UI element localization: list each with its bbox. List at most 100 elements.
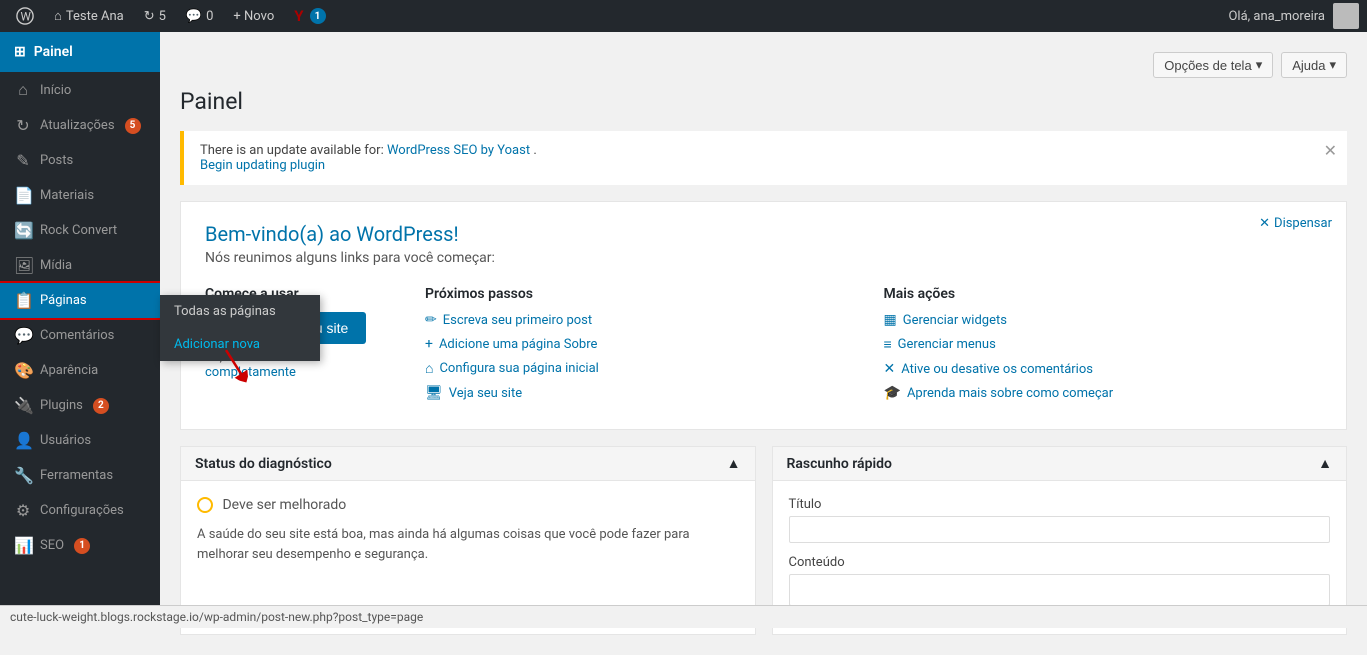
plugins-icon: 🔌: [14, 396, 32, 415]
screen-icon: 🖥: [425, 385, 443, 401]
sidebar-item-aparencia[interactable]: 🎨 Aparência: [0, 353, 160, 388]
collapse-icon[interactable]: ▲: [1318, 455, 1332, 472]
status-bar: cute-luck-weight.blogs.rockstage.io/wp-a…: [0, 605, 1367, 628]
comments-toggle-link[interactable]: Ative ou desative os comentários: [901, 362, 1093, 377]
sidebar-panel-header[interactable]: ⊞ Painel: [0, 32, 160, 72]
sidebar-item-rock-convert[interactable]: 🔄 Rock Convert: [0, 213, 160, 248]
title-input[interactable]: [789, 516, 1331, 543]
screen-options-button[interactable]: Opções de tela ▾: [1153, 52, 1273, 78]
adminbar-comments[interactable]: 💬 0: [178, 0, 222, 32]
sidebar-item-comentarios[interactable]: 💬 Comentários: [0, 318, 160, 353]
next-steps-heading: Próximos passos: [425, 286, 864, 302]
begin-update-link[interactable]: Begin updating plugin: [200, 158, 325, 173]
dismiss-button[interactable]: ✕ Dispensar: [1259, 216, 1332, 231]
submenu-todas-paginas[interactable]: Todas as páginas: [160, 295, 320, 328]
greeting-text: Olá, ana_moreira: [1228, 9, 1325, 24]
sidebar-item-seo[interactable]: 📊 SEO 1: [0, 528, 160, 563]
next-steps-column: Próximos passos ✏ Escreva seu primeiro p…: [425, 286, 864, 409]
about-page-link[interactable]: Adicione uma página Sobre: [439, 337, 597, 352]
yoast-update-link[interactable]: WordPress SEO by Yoast: [387, 143, 530, 158]
usuarios-icon: 👤: [14, 431, 32, 450]
adminbar-site-name[interactable]: ⌂ Teste Ana: [46, 0, 132, 32]
notice-close-icon[interactable]: ✕: [1324, 141, 1337, 160]
sidebar-item-atualizacoes[interactable]: ↻ Atualizações 5: [0, 108, 160, 143]
rock-convert-icon: 🔄: [14, 221, 32, 240]
midia-icon: 🖼: [14, 256, 32, 275]
welcome-panel: ✕ Dispensar Bem-vindo(a) ao WordPress! N…: [180, 201, 1347, 430]
main-content: Opções de tela ▾ Ajuda ▾ Painel There is…: [160, 32, 1367, 655]
materiais-icon: 📄: [14, 186, 32, 205]
sidebar-item-paginas[interactable]: 📋 Páginas: [0, 283, 160, 318]
homepage-link[interactable]: Configura sua página inicial: [439, 361, 598, 376]
comments-icon: 💬: [186, 9, 202, 24]
sidebar-item-ferramentas[interactable]: 🔧 Ferramentas: [0, 458, 160, 493]
more-actions-column: Mais ações ▦ Gerenciar widgets ≡ Gerenci…: [884, 286, 1323, 409]
content-input[interactable]: [789, 574, 1331, 606]
learn-link[interactable]: Aprenda mais sobre como começar: [907, 386, 1113, 401]
update-notice: There is an update available for: WordPr…: [180, 131, 1347, 185]
list-item: ⌂ Configura sua página inicial: [425, 360, 864, 377]
sidebar-item-materiais[interactable]: 📄 Materiais: [0, 178, 160, 213]
first-post-link[interactable]: Escreva seu primeiro post: [443, 313, 592, 328]
diagnosis-header: Status do diagnóstico ▲: [181, 447, 755, 481]
menus-icon: ≡: [884, 336, 892, 353]
site-icon: ⌂: [54, 8, 62, 24]
welcome-subtitle: Nós reunimos alguns links para você come…: [205, 250, 1322, 266]
sidebar-item-plugins[interactable]: 🔌 Plugins 2: [0, 388, 160, 423]
home-icon: ⌂: [14, 80, 32, 100]
comments-toggle-icon: ✕: [884, 361, 896, 377]
widgets-link[interactable]: Gerenciar widgets: [903, 313, 1007, 328]
sidebar-item-inicio[interactable]: ⌂ Início: [0, 72, 160, 108]
next-steps-list: ✏ Escreva seu primeiro post + Adicione u…: [425, 312, 864, 401]
list-item: ✏ Escreva seu primeiro post: [425, 312, 864, 328]
list-item: + Adicione uma página Sobre: [425, 336, 864, 352]
updates-icon: ↻: [14, 116, 32, 135]
comentarios-icon: 💬: [14, 326, 32, 345]
dismiss-x-icon: ✕: [1259, 216, 1270, 231]
ferramentas-icon: 🔧: [14, 466, 32, 485]
health-description: A saúde do seu site está boa, mas ainda …: [197, 525, 739, 564]
collapse-icon[interactable]: ▲: [727, 455, 741, 472]
pages-submenu: Todas as páginas Adicionar nova: [160, 295, 320, 361]
edit-icon: ✏: [425, 312, 437, 328]
adminbar-yoast[interactable]: Y 1: [286, 0, 333, 32]
yoast-icon: Y: [294, 7, 303, 25]
sidebar-item-configuracoes[interactable]: ⚙ Configurações: [0, 493, 160, 528]
widgets-icon: ▦: [884, 312, 897, 328]
paginas-icon: 📋: [14, 291, 32, 310]
menus-link[interactable]: Gerenciar menus: [898, 337, 996, 352]
more-actions-list: ▦ Gerenciar widgets ≡ Gerenciar menus ✕ …: [884, 312, 1323, 401]
panel-icon: ⊞: [14, 44, 26, 60]
status-circle-icon: [197, 497, 213, 513]
title-label: Título: [789, 497, 1331, 512]
submenu-adicionar-nova[interactable]: Adicionar nova: [160, 328, 320, 361]
status-text: Deve ser melhorado: [197, 497, 739, 513]
sidebar-item-usuarios[interactable]: 👤 Usuários: [0, 423, 160, 458]
adminbar-new[interactable]: + Novo: [225, 0, 282, 32]
plus-icon: +: [425, 336, 433, 352]
more-actions-heading: Mais ações: [884, 286, 1323, 302]
chevron-down-icon: ▾: [1256, 57, 1263, 73]
posts-icon: ✎: [14, 151, 32, 170]
chevron-down-icon: ▾: [1329, 57, 1336, 73]
admin-bar: W ⌂ Teste Ana ↻ 5 💬 0 + Novo Y 1 Olá, an…: [0, 0, 1367, 32]
sidebar: ⊞ Painel ⌂ Início ↻ Atualizações 5 ✎ Pos…: [0, 32, 160, 628]
learn-icon: 🎓: [884, 385, 901, 401]
svg-text:W: W: [21, 10, 32, 24]
configuracoes-icon: ⚙: [14, 501, 32, 520]
list-item: 🖥 Veja seu site: [425, 385, 864, 401]
page-title: Painel: [180, 88, 1347, 115]
avatar[interactable]: [1333, 3, 1359, 29]
adminbar-updates[interactable]: ↻ 5: [136, 0, 174, 32]
sidebar-item-midia[interactable]: 🖼 Mídia: [0, 248, 160, 283]
list-item: 🎓 Aprenda mais sobre como começar: [884, 385, 1323, 401]
updates-icon: ↻: [144, 9, 155, 24]
list-item: ▦ Gerenciar widgets: [884, 312, 1323, 328]
view-site-link[interactable]: Veja seu site: [449, 386, 522, 401]
list-item: ✕ Ative ou desative os comentários: [884, 361, 1323, 377]
list-item: ≡ Gerenciar menus: [884, 336, 1323, 353]
sidebar-item-posts[interactable]: ✎ Posts: [0, 143, 160, 178]
top-options-bar: Opções de tela ▾ Ajuda ▾: [180, 52, 1347, 78]
help-button[interactable]: Ajuda ▾: [1281, 52, 1347, 78]
adminbar-wp-logo[interactable]: W: [8, 0, 42, 32]
